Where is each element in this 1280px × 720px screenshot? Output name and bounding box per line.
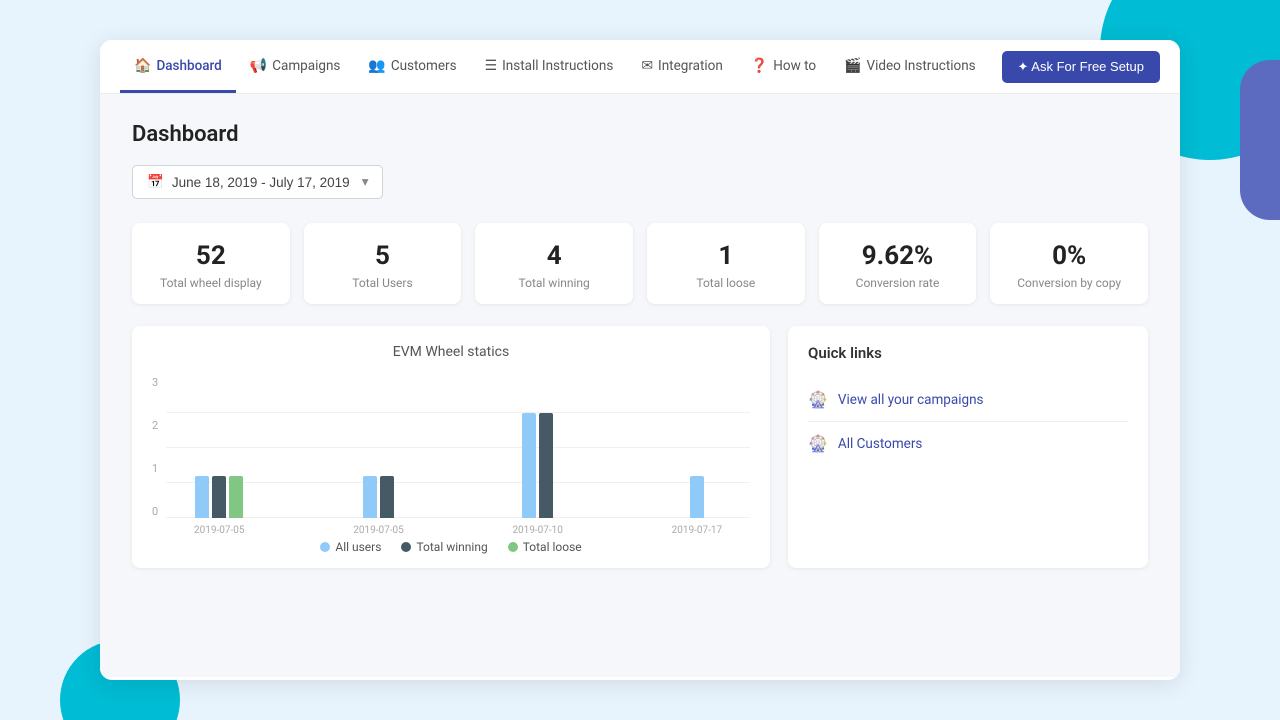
stat-value-users: 5 — [316, 241, 450, 272]
stat-value-conversion-copy: 0% — [1002, 241, 1136, 272]
x-label-4: 2019-07-17 — [672, 525, 723, 536]
nav-item-video[interactable]: 🎬 Video Instructions — [830, 40, 990, 93]
nav-label-customers: Customers — [391, 58, 457, 74]
legend-label-dark: Total winning — [416, 540, 487, 554]
main-card: 🏠 Dashboard 📢 Campaigns 👥 Customers ☰ In… — [100, 40, 1180, 680]
bar-blue-4 — [690, 476, 704, 518]
date-range-picker[interactable]: 📅 June 18, 2019 - July 17, 2019 ▾ — [132, 165, 383, 199]
legend-total-loose: Total loose — [508, 540, 582, 554]
page-content: Dashboard 📅 June 18, 2019 - July 17, 201… — [100, 94, 1180, 677]
bar-dark-3 — [539, 413, 553, 518]
quick-link-campaigns-icon: 🎡 — [808, 390, 828, 409]
y-label-1: 1 — [152, 462, 158, 475]
bg-decoration-right — [1240, 60, 1280, 220]
chart-bars-container: 2019-07-05 2019-07-05 — [166, 413, 750, 536]
stat-label-winning: Total winning — [487, 276, 621, 290]
y-label-3: 3 — [152, 376, 158, 389]
bar-group-3: 2019-07-10 — [485, 413, 591, 536]
nav-bar: 🏠 Dashboard 📢 Campaigns 👥 Customers ☰ In… — [100, 40, 1180, 94]
stat-label-wheel-display: Total wheel display — [144, 276, 278, 290]
stat-label-conversion-rate: Conversion rate — [831, 276, 965, 290]
nav-label-howto: How to — [773, 58, 816, 74]
bottom-row: EVM Wheel statics 3 2 1 0 — [132, 326, 1148, 568]
stat-card-wheel-display: 52 Total wheel display — [132, 223, 290, 304]
legend-label-blue: All users — [335, 540, 381, 554]
stat-label-loose: Total loose — [659, 276, 793, 290]
x-label-2: 2019-07-05 — [353, 525, 404, 536]
x-label-1: 2019-07-05 — [194, 525, 245, 536]
video-icon: 🎬 — [844, 58, 861, 74]
nav-item-howto[interactable]: ❓ How to — [737, 40, 830, 93]
stat-label-users: Total Users — [316, 276, 450, 290]
nav-item-campaigns[interactable]: 📢 Campaigns — [236, 40, 355, 93]
legend-all-users: All users — [320, 540, 381, 554]
bar-dark-1 — [212, 476, 226, 518]
calendar-icon: 📅 — [147, 174, 164, 190]
nav-item-dashboard[interactable]: 🏠 Dashboard — [120, 40, 236, 93]
y-label-0: 0 — [152, 505, 158, 518]
ask-setup-button[interactable]: ✦ Ask For Free Setup — [1002, 51, 1161, 83]
stat-label-conversion-copy: Conversion by copy — [1002, 276, 1136, 290]
legend-dot-blue — [320, 542, 330, 552]
legend-label-green: Total loose — [523, 540, 582, 554]
legend-dot-dark — [401, 542, 411, 552]
caret-down-icon: ▾ — [362, 174, 369, 190]
quick-link-campaigns-label: View all your campaigns — [838, 392, 984, 408]
stat-value-conversion-rate: 9.62% — [831, 241, 965, 272]
nav-label-integration: Integration — [658, 58, 723, 74]
quick-link-campaigns[interactable]: 🎡 View all your campaigns — [808, 378, 1128, 422]
bar-blue-1 — [195, 476, 209, 518]
quick-link-customers-icon: 🎡 — [808, 434, 828, 453]
bar-dark-2 — [380, 476, 394, 518]
stat-value-winning: 4 — [487, 241, 621, 272]
stat-value-loose: 1 — [659, 241, 793, 272]
bar-group-1: 2019-07-05 — [166, 476, 272, 536]
install-icon: ☰ — [485, 58, 498, 74]
quick-link-customers-label: All Customers — [838, 436, 922, 452]
chart-title: EVM Wheel statics — [152, 344, 750, 360]
quick-link-customers[interactable]: 🎡 All Customers — [808, 422, 1128, 465]
bar-blue-2 — [363, 476, 377, 518]
quick-links-card: Quick links 🎡 View all your campaigns 🎡 … — [788, 326, 1148, 568]
chart-y-labels: 3 2 1 0 — [152, 376, 158, 536]
stats-row: 52 Total wheel display 5 Total Users 4 T… — [132, 223, 1148, 304]
chart-area: 3 2 1 0 — [152, 376, 750, 536]
bar-group-2: 2019-07-05 — [325, 476, 431, 536]
nav-item-integration[interactable]: ✉ Integration — [627, 40, 737, 93]
nav-label-install: Install Instructions — [502, 58, 613, 74]
legend-dot-green — [508, 542, 518, 552]
nav-label-dashboard: Dashboard — [156, 58, 221, 74]
stat-value-wheel-display: 52 — [144, 241, 278, 272]
nav-label-video: Video Instructions — [867, 58, 976, 74]
stat-card-winning: 4 Total winning — [475, 223, 633, 304]
integration-icon: ✉ — [641, 58, 653, 74]
x-label-3: 2019-07-10 — [512, 525, 563, 536]
bar-blue-3 — [522, 413, 536, 518]
chart-card: EVM Wheel statics 3 2 1 0 — [132, 326, 770, 568]
legend-total-winning: Total winning — [401, 540, 487, 554]
page-title: Dashboard — [132, 122, 1148, 147]
date-range-label: June 18, 2019 - July 17, 2019 — [172, 175, 350, 190]
nav-item-install[interactable]: ☰ Install Instructions — [471, 40, 628, 93]
nav-item-customers[interactable]: 👥 Customers — [354, 40, 470, 93]
customers-icon: 👥 — [368, 58, 385, 74]
dashboard-icon: 🏠 — [134, 58, 151, 74]
campaigns-icon: 📢 — [250, 58, 267, 74]
stat-card-users: 5 Total Users — [304, 223, 462, 304]
bar-group-4: 2019-07-17 — [644, 476, 750, 536]
bar-green-1 — [229, 476, 243, 518]
stat-card-loose: 1 Total loose — [647, 223, 805, 304]
ask-setup-label: ✦ Ask For Free Setup — [1018, 59, 1145, 75]
y-label-2: 2 — [152, 419, 158, 432]
howto-icon: ❓ — [751, 58, 768, 74]
gridline-2 — [166, 447, 750, 448]
gridline-3 — [166, 412, 750, 413]
chart-plot: 2019-07-05 2019-07-05 — [166, 413, 750, 536]
stat-card-conversion-copy: 0% Conversion by copy — [990, 223, 1148, 304]
chart-legend: All users Total winning Total loose — [152, 540, 750, 554]
stat-card-conversion-rate: 9.62% Conversion rate — [819, 223, 977, 304]
nav-label-campaigns: Campaigns — [272, 58, 340, 74]
quick-links-title: Quick links — [808, 344, 1128, 362]
